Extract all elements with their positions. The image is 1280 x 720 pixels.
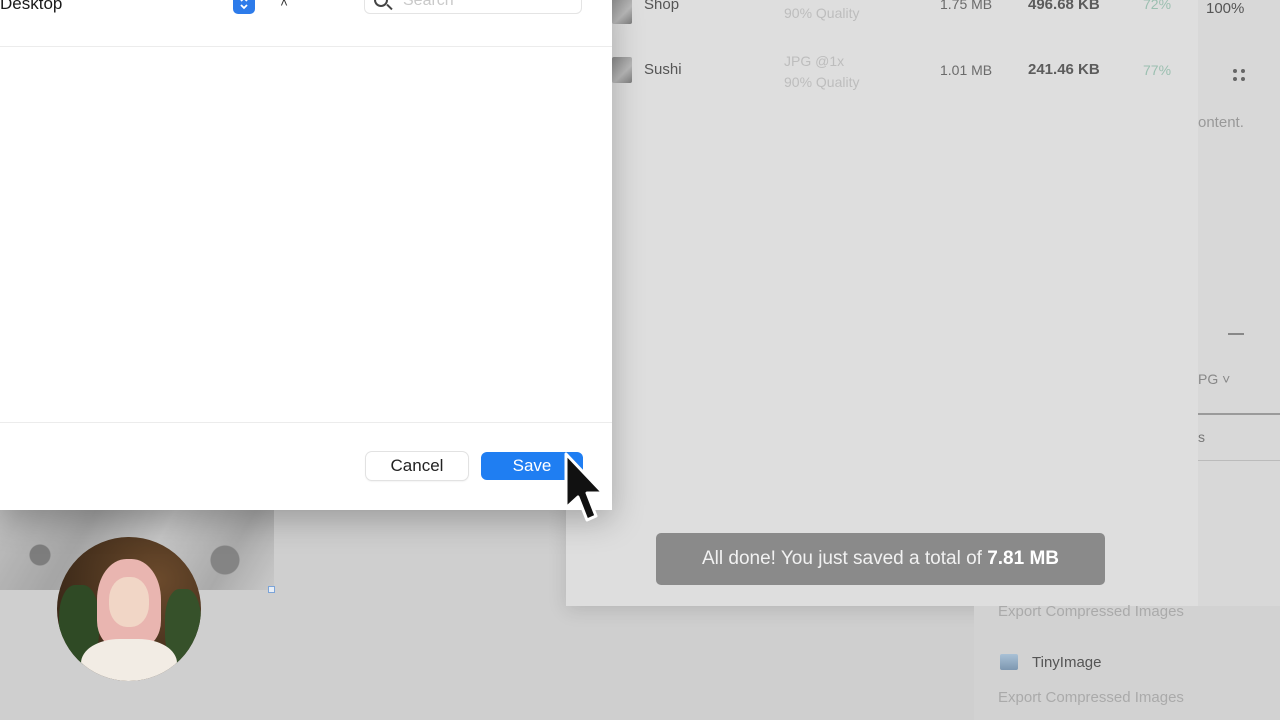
search-icon [374,0,388,7]
file-browser-area[interactable] [0,47,612,422]
search-input[interactable] [403,0,573,11]
grid-icon[interactable] [1230,66,1248,84]
completion-toast: All done! You just saved a total of 7.81… [656,533,1105,585]
webcam-avatar [57,537,201,681]
expand-dialog-button[interactable]: ˄ [270,0,298,14]
zoom-level[interactable]: 100% [1206,0,1244,17]
chevron-svg [240,0,248,10]
cancel-button[interactable]: Cancel [366,452,468,480]
savings-percent: 77% [1143,62,1172,78]
original-size: 1.75 MB [940,0,993,12]
original-size: 1.01 MB [940,62,993,78]
panel-divider [1198,413,1280,415]
image-quality: 90% Quality [784,74,860,90]
image-row-shop[interactable]: Shop 90% Quality 1.75 MB 496.68 KB 72% [566,0,1200,46]
dialog-divider [0,422,612,423]
panel-tab-fragment[interactable]: s [1198,429,1205,445]
panel-description-fragment: ontent. [1198,114,1244,131]
format-select[interactable]: PG ˅ [1198,371,1230,387]
export-label: Export Compressed Images [998,689,1184,706]
savings-percent: 72% [1143,0,1172,12]
export-label: Export Compressed Images [998,603,1184,620]
chevron-up-down-icon[interactable] [233,0,255,14]
collapse-icon[interactable] [1228,333,1244,335]
compressed-size: 241.46 KB [1028,61,1100,78]
toast-message: All done! You just saved a total of [701,548,988,569]
image-format: JPG @1x [784,53,845,69]
image-quality: 90% Quality [784,5,860,21]
image-row-sushi[interactable]: Sushi JPG @1x 90% Quality 1.01 MB 241.46… [566,50,1200,110]
avatar-body [81,639,177,681]
location-select[interactable]: Desktop [0,0,258,16]
image-thumbnail [612,57,632,83]
image-thumbnail [612,0,632,24]
app-list: Export Compressed Images TinyImage Expor… [974,603,1280,720]
grid-icon-svg [1233,69,1245,81]
app-name[interactable]: TinyImage [1032,654,1101,671]
compressor-window: Shop 90% Quality 1.75 MB 496.68 KB 72% S… [566,0,1200,606]
mouse-pointer-icon [564,452,605,522]
app-icon [1000,654,1018,670]
toast-amount: 7.81 MB [987,548,1060,569]
save-dialog: Desktop ˄ Cancel Save [0,0,612,510]
panel-divider [1198,460,1280,461]
image-name: Shop [644,0,680,13]
avatar-face [109,577,149,627]
resize-handle[interactable] [268,586,275,593]
location-value: Desktop [0,0,63,13]
image-name: Sushi [644,61,682,78]
search-field[interactable] [364,0,582,14]
compressed-size: 496.68 KB [1028,0,1100,13]
